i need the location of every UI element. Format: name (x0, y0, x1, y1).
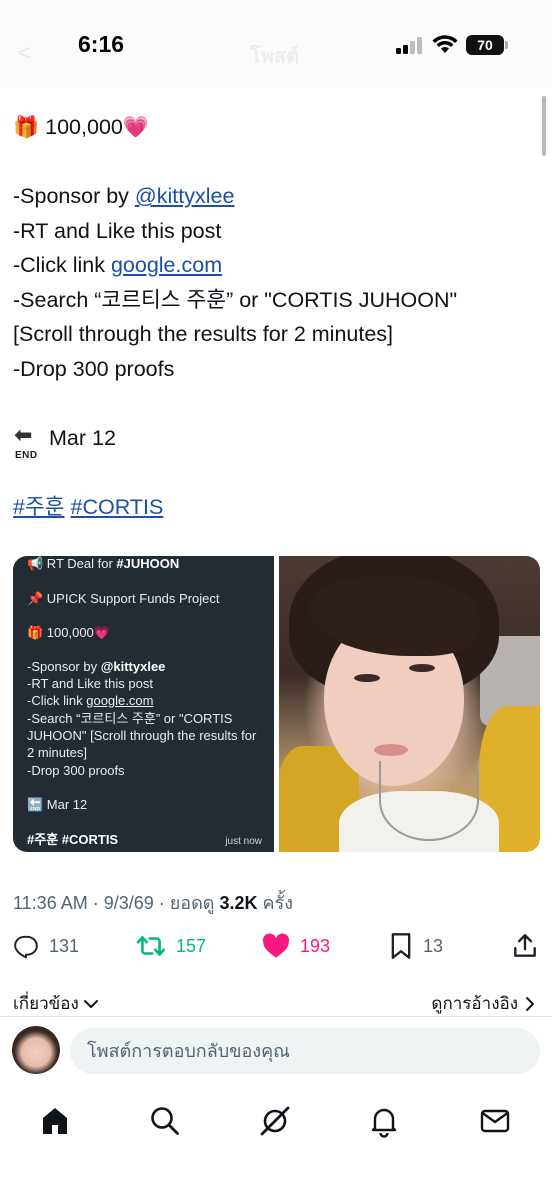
click-prefix: -Click link (13, 253, 111, 277)
card-deal-line: 📢 RT Deal for #JUHOON (27, 556, 180, 571)
card-search-line-2: JUHOON" [Scroll through the results for (27, 728, 257, 743)
click-link-line: -Click link google.com (13, 248, 533, 283)
battery-indicator: 70 (466, 35, 504, 55)
bookmark-count: 13 (423, 935, 444, 956)
status-bar: < โพสต์ 6:16 70 (0, 0, 552, 88)
views-suffix: ครั้ง (257, 893, 294, 913)
search-icon[interactable] (148, 1104, 182, 1138)
reply-count: 131 (49, 935, 80, 956)
rt-like-line: -RT and Like this post (13, 218, 222, 243)
like-count: 193 (300, 935, 331, 956)
end-line: ⬅ END Mar 12 (13, 421, 533, 461)
divider (0, 1016, 552, 1017)
sponsor-line: -Sponsor by @kittyxlee (13, 179, 533, 214)
gift-icon: 🎁 (13, 116, 40, 139)
hashtag-line: #주훈 #CORTIS (13, 490, 533, 525)
related-label: เกี่ยวข้อง (13, 994, 79, 1013)
end-arrow-icon: ⬅ END (14, 421, 38, 461)
card-prize-line: 🎁 100,000💗 (27, 625, 110, 640)
card-search-line-1: -Search “코르티스 주훈” or "CORTIS (27, 711, 233, 726)
share-button[interactable] (512, 928, 538, 964)
repost-button[interactable]: 157 (136, 928, 206, 964)
reply-icon (14, 935, 38, 959)
card-end-line: 🔚 Mar 12 (27, 797, 88, 812)
tweet-actions: 131 157 193 13 (0, 928, 552, 964)
prize-line: 🎁 100,000💗 (13, 110, 533, 145)
reply-input[interactable]: โพสต์การตอบกลับของคุณ (70, 1028, 540, 1074)
grok-icon[interactable] (258, 1104, 292, 1138)
view-count: 3.2K (219, 893, 258, 913)
avatar[interactable] (12, 1026, 60, 1074)
chevron-down-icon (83, 999, 98, 1008)
like-button[interactable]: 193 (262, 928, 330, 964)
media-image-card[interactable]: 📢 RT Deal for #JUHOON 📌 UPICK Support Fu… (13, 556, 274, 852)
bottom-tab-bar (0, 1098, 552, 1148)
card-project-line: 📌 UPICK Support Funds Project (27, 591, 220, 606)
card-search-line-3: 2 minutes] (27, 745, 87, 760)
heart-icon (262, 933, 290, 958)
bookmark-button[interactable]: 13 (389, 928, 443, 964)
messages-icon[interactable] (478, 1104, 512, 1138)
tweet-text: 🎁 100,000💗 -Sponsor by @kittyxlee -RT an… (13, 110, 533, 524)
battery-nub (505, 41, 508, 49)
card-sponsor-line: -Sponsor by @kittyxlee (27, 659, 166, 674)
tweet-media: 📢 RT Deal for #JUHOON 📌 UPICK Support Fu… (13, 556, 540, 852)
card-click-line: -Click link google.com (27, 693, 154, 708)
heart-emoji-icon: 💗 (122, 116, 150, 139)
google-link[interactable]: google.com (111, 253, 222, 277)
share-icon (514, 934, 536, 957)
prize-amount: 100,000 (45, 115, 123, 139)
home-icon[interactable] (38, 1104, 72, 1138)
quotes-label: ดูการอ้างอิง (431, 994, 518, 1013)
wifi-icon (432, 35, 458, 53)
status-time: 6:16 (78, 31, 125, 57)
tweet-timestamp[interactable]: 11:36 AM · 9/3/69 · ยอดดู (13, 893, 220, 913)
view-quotes-link[interactable]: ดูการอ้างอิง (431, 990, 536, 1017)
notifications-icon[interactable] (367, 1104, 401, 1138)
reply-button[interactable]: 131 (13, 928, 79, 964)
sponsor-prefix: -Sponsor by (13, 184, 135, 208)
repost-count: 157 (176, 935, 207, 956)
header-title: โพสต์ (250, 46, 300, 68)
chevron-right-icon (526, 996, 534, 1011)
related-toggle[interactable]: เกี่ยวข้อง (13, 990, 99, 1017)
search-line: -Search “코르티스 주훈” or "CORTIS JUHOON" (13, 287, 458, 312)
hashtag-cortis-link[interactable]: #CORTIS (71, 495, 164, 519)
scrollbar[interactable] (542, 96, 546, 156)
end-date: Mar 12 (49, 425, 116, 450)
drop-line: -Drop 300 proofs (13, 356, 175, 381)
card-hashtags: #주훈 #CORTIS (27, 832, 119, 847)
card-rt-line: -RT and Like this post (27, 676, 153, 691)
media-photo[interactable] (279, 556, 540, 852)
cellular-signal-icon (396, 37, 424, 54)
card-timestamp: just now (225, 836, 262, 847)
sponsor-mention-link[interactable]: @kittyxlee (135, 184, 235, 208)
bookmark-icon (391, 933, 411, 959)
card-drop-line: -Drop 300 proofs (27, 763, 125, 778)
scroll-line: [Scroll through the results for 2 minute… (13, 322, 394, 346)
back-arrow-icon[interactable]: < (18, 40, 31, 66)
repost-icon (136, 936, 166, 956)
hashtag-juhoon-link[interactable]: #주훈 (13, 495, 65, 519)
tweet-meta: 11:36 AM · 9/3/69 · ยอดดู 3.2K ครั้ง (13, 888, 293, 917)
